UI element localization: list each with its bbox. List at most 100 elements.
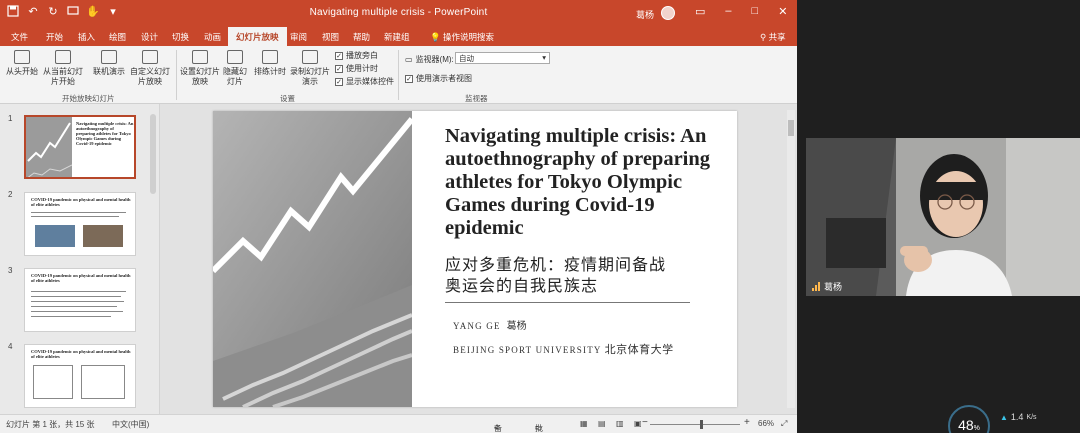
thumbnail-number: 4 [8,342,13,351]
tab-help[interactable]: 帮助 [353,31,370,43]
text-line [31,306,117,307]
setup-show-icon [192,50,208,64]
normal-view-icon[interactable]: ▦ [580,419,588,428]
text-line [31,212,126,213]
slide-title-cn[interactable]: 应对多重危机：疫情期间备战 奥运会的自我民族志 [445,254,730,296]
tab-home[interactable]: 开始 [46,31,63,43]
tell-me-search[interactable]: 💡 操作说明搜索 [430,31,494,43]
checkbox-checked: ✓ [335,51,343,60]
show-media-controls-checkbox[interactable]: ✓ 显示媒体控件 [335,76,394,87]
slide-affiliation[interactable]: BEIJING SPORT UNIVERSITY 北京体育大学 [453,341,674,357]
hide-slide-button[interactable]: 隐藏幻灯片 [222,50,248,87]
setup-slide-show-button[interactable]: 设置幻灯片放映 [180,50,220,87]
presenter-view-checkbox[interactable]: ✓ 使用演示者视图 [405,73,472,84]
tab-new-group[interactable]: 新建组 [384,31,410,43]
minimize-button[interactable]: – [725,5,731,18]
present-online-button[interactable]: 联机演示 [92,50,126,77]
language-indicator[interactable]: 中文(中国) [112,419,149,430]
checkbox-label: 使用演示者视图 [416,74,472,83]
tab-slide-show[interactable]: 幻灯片放映 [228,27,287,46]
from-current-label: 从当前幻灯片开始 [43,67,83,86]
thumbnail-slide-1[interactable]: Navigating multiple crisis: An autoethno… [24,115,136,179]
custom-slide-show-button[interactable]: 自定义幻灯片放映 [130,50,170,87]
tab-design[interactable]: 设计 [141,31,158,43]
thumbnail-slide-4[interactable]: COVID-19 pandemic on physical and mental… [24,344,136,408]
user-name[interactable]: 葛杨 [636,8,654,21]
slide-title-en[interactable]: Navigating multiple crisis: An autoethno… [445,125,730,240]
slide-author[interactable]: YANG GE 葛杨 [453,317,527,332]
ribbon-display-icon[interactable]: ▭ [695,5,705,18]
from-beginning-icon [14,50,30,64]
use-timings-checkbox[interactable]: ✓ 使用计时 [335,63,378,74]
from-current-slide-button[interactable]: 从当前幻灯片开始 [40,50,86,87]
zoom-slider-knob[interactable] [700,420,703,429]
tab-transitions[interactable]: 切换 [172,31,189,43]
record-label: 录制幻灯片演示 [290,67,330,86]
affiliation-en: BEIJING SPORT UNIVERSITY [453,345,602,355]
chevron-down-icon: ▾ [542,53,546,62]
slide-sorter-icon[interactable]: ▤ [598,419,606,428]
slide-count: 幻灯片 第 1 张，共 15 张 [6,420,95,429]
thumbnail-image [83,225,123,247]
zoom-in-icon[interactable]: + [744,417,750,428]
presenter-name: 葛杨 [824,282,843,292]
record-slide-show-button[interactable]: 录制幻灯片演示 [290,50,330,87]
checkbox-label: 使用计时 [346,64,378,73]
checkbox-checked: ✓ [335,77,343,86]
thumbnail-slide-3[interactable]: COVID-19 pandemic on physical and mental… [24,268,136,332]
tell-me-label: 操作说明搜索 [442,32,494,42]
slide-scrollbar[interactable] [787,110,795,408]
checkbox-checked: ✓ [335,64,343,73]
zoom-out-icon[interactable]: − [642,417,648,428]
reading-view-icon[interactable]: ▥ [616,419,624,428]
thumbnail-scrollbar[interactable] [150,114,156,194]
present-online-icon [101,50,117,64]
hide-slide-icon [227,50,243,64]
fit-to-window-icon[interactable]: ⤢ [781,419,787,429]
custom-show-icon [142,50,158,64]
person-icon: ⚲ [760,32,767,42]
separator [176,50,177,100]
from-beginning-button[interactable]: 从头开始 [6,50,38,77]
zoom-slider[interactable] [650,424,740,425]
author-en: YANG GE [453,321,501,331]
play-narrations-checkbox[interactable]: ✓ 播放旁白 [335,50,378,61]
powerpoint-window: ↶ ↻ ✋ ▾ Navigating multiple crisis - Pow… [0,0,797,433]
tab-view[interactable]: 视图 [322,31,339,43]
scrollbar-thumb[interactable] [788,120,794,136]
network-gauge[interactable]: 48% [948,405,990,433]
status-bar: 幻灯片 第 1 张，共 15 张 中文(中国) ≡ 备注 ▭ 批注 ▦ ▤ ▥ … [0,414,797,433]
custom-show-label: 自定义幻灯片放映 [130,67,170,86]
thumbnail-slide-2[interactable]: COVID-19 pandemic on physical and mental… [24,192,136,256]
monitor-label: ▭ 监视器(M): [405,55,454,64]
text-line [31,311,123,312]
tab-animations[interactable]: 动画 [204,31,221,43]
hide-slide-label: 隐藏幻灯片 [223,67,247,86]
gauge-unit: % [973,425,980,432]
current-slide[interactable]: Navigating multiple crisis: An autoethno… [213,111,737,407]
ribbon-tabs: 文件 开始 插入 绘图 设计 切换 动画 幻灯片放映 审阅 视图 帮助 新建组 … [0,27,797,46]
share-button[interactable]: ⚲ 共享 [760,31,786,43]
gauge-value: 48 [958,417,974,433]
close-button[interactable]: ✕ [778,5,787,18]
notes-label: 备注 [494,424,502,433]
slide-show-icon[interactable]: ▣ [634,419,642,428]
rehearse-timings-button[interactable]: 排练计时 [253,50,287,77]
thumbnail-title: COVID-19 pandemic on physical and mental… [31,273,131,283]
zoom-level[interactable]: 66% [758,419,774,428]
maximize-button[interactable]: □ [752,5,759,18]
slide-title-cn-line1: 应对多重危机：疫情期间备战 [445,255,667,274]
tab-review[interactable]: 审阅 [290,31,307,43]
tab-draw[interactable]: 绘图 [109,31,126,43]
tab-file[interactable]: 文件 [11,31,28,43]
from-current-icon [55,50,71,64]
tab-insert[interactable]: 插入 [78,31,95,43]
text-line [31,301,124,302]
presenter-video-frame [806,138,1080,296]
window-controls: ▭ – □ ✕ [695,5,787,18]
monitor-select[interactable]: 自动 ▾ [455,52,550,64]
avatar[interactable] [661,6,675,20]
author-cn: 葛杨 [506,321,527,332]
upload-arrow-icon: ▲ [1000,412,1008,422]
setup-show-label: 设置幻灯片放映 [180,67,220,86]
